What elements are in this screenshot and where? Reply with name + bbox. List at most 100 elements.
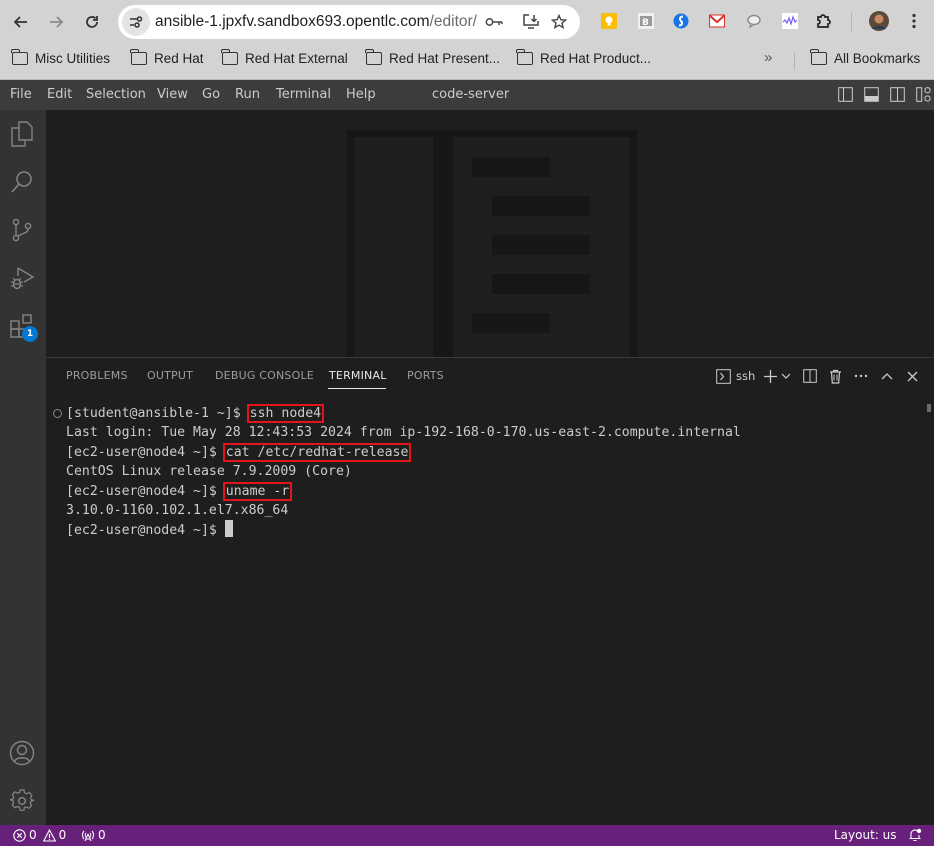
shell-prompt: [student@ansible-1 ~]$	[66, 406, 249, 421]
tab-debug-console[interactable]: DEBUG CONSOLE	[215, 369, 314, 382]
search-button[interactable]	[8, 168, 36, 196]
notifications-button[interactable]	[908, 828, 922, 842]
reload-button[interactable]	[78, 8, 106, 36]
command-decoration-icon[interactable]	[53, 409, 62, 418]
more-actions-button[interactable]	[854, 368, 868, 384]
back-button[interactable]	[7, 8, 35, 36]
all-bookmarks-button[interactable]: All Bookmarks	[810, 49, 921, 66]
bookmark-folder[interactable]: Misc Utilities	[11, 49, 110, 66]
star-icon	[551, 14, 567, 30]
trash-icon	[830, 369, 841, 384]
maximize-panel-button[interactable]	[881, 368, 893, 384]
forward-button[interactable]	[42, 8, 70, 36]
menu-help[interactable]: Help	[346, 87, 376, 102]
accounts-button[interactable]	[8, 739, 36, 767]
extension-audio[interactable]	[781, 12, 799, 30]
toolbar-divider	[851, 12, 852, 32]
terminal-instance-selector[interactable]: ssh	[716, 368, 755, 384]
terminal-icon	[716, 368, 731, 384]
gmail-icon	[709, 14, 725, 28]
site-info-button[interactable]	[122, 8, 150, 36]
extension-keep[interactable]	[600, 12, 618, 30]
terminal-line: [ec2-user@node4 ~]$	[66, 520, 741, 539]
menu-bar: File Edit Selection View Go Run Terminal…	[0, 80, 934, 110]
terminal-line: CentOS Linux release 7.9.2009 (Core)	[66, 462, 741, 481]
tab-ports[interactable]: PORTS	[407, 369, 444, 382]
new-terminal-button[interactable]	[763, 368, 778, 384]
url-text[interactable]: ansible-1.jpxfv.sandbox693.opentlc.com/e…	[155, 13, 477, 31]
browser-toolbar: ansible-1.jpxfv.sandbox693.opentlc.com/e…	[0, 0, 934, 80]
customize-layout-button[interactable]	[916, 87, 932, 103]
profile-avatar[interactable]	[869, 11, 889, 31]
extension-b[interactable]: B	[637, 12, 655, 30]
folder-icon	[130, 49, 147, 65]
manage-settings-button[interactable]	[8, 787, 36, 815]
bookmark-folder[interactable]: Red Hat External	[221, 49, 348, 66]
tune-icon	[130, 16, 143, 28]
svg-text:B: B	[642, 18, 649, 28]
menu-file[interactable]: File	[10, 87, 32, 102]
window-title: code-server	[432, 87, 510, 102]
highlighted-command: cat /etc/redhat-release	[222, 442, 412, 462]
broadcast-icon	[82, 830, 94, 841]
terminal-line: [ec2-user@node4 ~]$ cat /etc/redhat-rele…	[66, 442, 741, 462]
tab-terminal[interactable]: TERMINAL	[329, 369, 387, 382]
password-key-button[interactable]	[484, 12, 504, 32]
bookmark-label: Red Hat Product...	[540, 51, 652, 66]
kill-terminal-button[interactable]	[829, 368, 842, 384]
error-count: 0	[29, 828, 37, 842]
browser-menu-button[interactable]	[905, 12, 923, 30]
menu-selection[interactable]: Selection	[86, 87, 146, 102]
extensions-badge: 1	[22, 326, 38, 342]
sync-logo-icon	[673, 13, 689, 29]
error-icon	[13, 828, 26, 842]
bookmark-folder[interactable]: Red Hat	[130, 49, 204, 66]
folder-icon	[810, 49, 827, 65]
all-bookmarks-label: All Bookmarks	[834, 51, 921, 66]
keyboard-layout-status[interactable]: Layout: us	[834, 828, 897, 842]
bookmark-star-button[interactable]	[549, 12, 569, 32]
account-icon	[9, 740, 35, 766]
close-panel-button[interactable]	[907, 368, 918, 384]
menu-edit[interactable]: Edit	[47, 87, 72, 102]
key-icon	[485, 18, 503, 26]
editor-watermark-logo	[347, 130, 637, 357]
launch-profile-dropdown[interactable]	[781, 368, 791, 384]
menu-go[interactable]: Go	[202, 87, 220, 102]
url-path: /editor/	[429, 13, 477, 30]
menu-run[interactable]: Run	[235, 87, 260, 102]
address-bar[interactable]: ansible-1.jpxfv.sandbox693.opentlc.com/e…	[118, 5, 580, 39]
folder-icon	[11, 49, 28, 65]
folder-icon	[221, 49, 238, 65]
shell-prompt: [ec2-user@node4 ~]$	[66, 523, 225, 539]
tab-output[interactable]: OUTPUT	[147, 369, 193, 382]
extension-sync[interactable]	[672, 12, 690, 30]
bookmark-folder[interactable]: Red Hat Product...	[516, 49, 652, 66]
source-control-icon	[12, 218, 32, 242]
split-terminal-button[interactable]	[803, 368, 817, 384]
editor-area	[46, 110, 934, 357]
gear-icon	[9, 789, 35, 811]
terminal-scrollbar[interactable]	[927, 404, 931, 412]
toggle-panel-button[interactable]	[864, 87, 880, 103]
explorer-button[interactable]	[8, 120, 36, 148]
bookmark-folder[interactable]: Red Hat Present...	[365, 49, 500, 66]
tab-problems[interactable]: PROBLEMS	[66, 369, 128, 382]
terminal-output[interactable]: [student@ansible-1 ~]$ ssh node4 Last lo…	[66, 404, 741, 540]
install-app-button[interactable]	[521, 12, 541, 32]
bookmark-divider	[794, 52, 795, 70]
extension-chat[interactable]	[745, 12, 763, 30]
toggle-primary-sidebar-button[interactable]	[838, 87, 854, 103]
extension-gmail[interactable]	[708, 12, 726, 30]
problems-status[interactable]: 0 0	[13, 828, 66, 842]
menu-view[interactable]: View	[157, 87, 188, 102]
run-debug-button[interactable]	[8, 264, 36, 292]
shell-prompt: [ec2-user@node4 ~]$	[66, 444, 225, 460]
source-control-button[interactable]	[8, 216, 36, 244]
run-debug-icon	[11, 267, 35, 290]
ports-status[interactable]: 0	[81, 828, 106, 842]
bookmarks-overflow-button[interactable]: »	[764, 49, 772, 66]
menu-terminal[interactable]: Terminal	[276, 87, 331, 102]
extensions-menu-button[interactable]	[815, 12, 833, 30]
toggle-secondary-sidebar-button[interactable]	[890, 87, 906, 103]
